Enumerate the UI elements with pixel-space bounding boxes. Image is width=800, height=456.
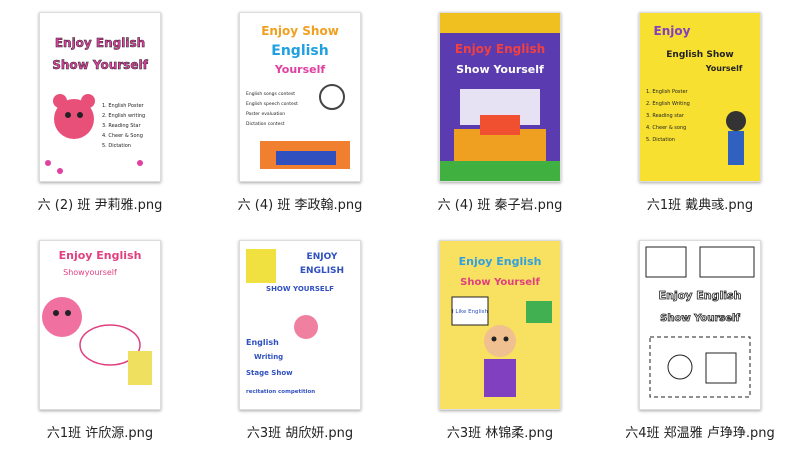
file-item[interactable]: Enjoy Show English Yourself English song… [200, 0, 400, 228]
poster-image: Enjoy English Showyourself [40, 241, 160, 409]
file-thumbnail[interactable]: Enjoy English Show Yourself 1. English P… [39, 12, 161, 182]
svg-text:3. Reading star: 3. Reading star [646, 113, 685, 119]
svg-text:English songs contest: English songs contest [246, 91, 295, 97]
poster-title: ENJOY [307, 252, 338, 262]
svg-text:1. English Poster: 1. English Poster [646, 89, 689, 95]
svg-text:I Like English: I Like English [452, 309, 488, 315]
poster-subtitle: Show Yourself [52, 58, 148, 72]
file-name[interactable]: 六3班 林锦柔.png [400, 422, 600, 441]
file-name[interactable]: 六 (2) 班 尹莉雅.png [0, 194, 200, 213]
file-item[interactable]: Enjoy English Show Yourself 六4班 郑温雅 卢琤琤.… [600, 228, 800, 456]
file-thumbnail[interactable]: Enjoy English Show Yourself I Like Engli… [439, 240, 561, 410]
file-thumbnail[interactable]: Enjoy English Show Yourself [439, 12, 561, 182]
svg-text:English: English [246, 338, 279, 347]
file-thumbnail[interactable]: Enjoy English Show Yourself [639, 240, 761, 410]
poster-image: ENJOY ENGLISH SHOW YOURSELF English Writ… [240, 241, 360, 409]
poster-subtitle: Show Yourself [460, 277, 540, 288]
svg-text:5. Dictation: 5. Dictation [646, 137, 675, 143]
file-thumbnail[interactable]: Enjoy English Showyourself [39, 240, 161, 410]
poster-title: Enjoy [654, 24, 691, 38]
file-name[interactable]: 六1班 戴典彧.png [600, 194, 800, 213]
poster-subtitle: Show Yourself [660, 313, 740, 324]
poster-image: Enjoy Show English Yourself English song… [240, 13, 360, 181]
file-item[interactable]: Enjoy English Show Yourself 1. English P… [600, 0, 800, 228]
file-thumbnail[interactable]: Enjoy English Show Yourself 1. English P… [639, 12, 761, 182]
file-item[interactable]: Enjoy English Show Yourself 1. English P… [0, 0, 200, 228]
file-name[interactable]: 六1班 许欣源.png [0, 422, 200, 441]
poster-image: Enjoy English Show Yourself [640, 241, 760, 409]
poster-image: Enjoy English Show Yourself [440, 13, 560, 181]
poster-image: Enjoy English Show Yourself 1. English P… [40, 13, 160, 181]
file-name[interactable]: 六 (4) 班 李政翰.png [200, 194, 400, 213]
poster-title: Enjoy English [455, 42, 545, 56]
poster-title: Enjoy English [659, 289, 742, 302]
poster-subtitle: English Show [666, 50, 733, 60]
svg-text:4. Cheer & Song: 4. Cheer & Song [102, 133, 143, 139]
poster-title: Enjoy English [55, 36, 145, 50]
file-name[interactable]: 六4班 郑温雅 卢琤琤.png [600, 422, 800, 441]
poster-subtitle: Show Yourself [456, 63, 544, 76]
svg-text:3. Reading Star: 3. Reading Star [102, 123, 141, 129]
svg-text:SHOW YOURSELF: SHOW YOURSELF [266, 285, 334, 293]
file-grid: Enjoy English Show Yourself 1. English P… [0, 0, 800, 456]
svg-text:2. English writing: 2. English writing [102, 113, 145, 119]
file-name[interactable]: 六3班 胡欣妍.png [200, 422, 400, 441]
svg-text:recitation competition: recitation competition [246, 389, 315, 395]
file-item[interactable]: Enjoy English Show Yourself 六 (4) 班 秦子岩.… [400, 0, 600, 228]
file-item[interactable]: ENJOY ENGLISH SHOW YOURSELF English Writ… [200, 228, 400, 456]
file-thumbnail[interactable]: Enjoy Show English Yourself English song… [239, 12, 361, 182]
svg-text:Stage Show: Stage Show [246, 369, 293, 377]
file-item[interactable]: Enjoy English Show Yourself I Like Engli… [400, 228, 600, 456]
svg-text:1. English Poster: 1. English Poster [102, 103, 145, 109]
poster-image: Enjoy English Show Yourself I Like Engli… [440, 241, 560, 409]
file-item[interactable]: Enjoy English Showyourself 六1班 许欣源.png [0, 228, 200, 456]
svg-text:Yourself: Yourself [274, 63, 326, 76]
poster-image: Enjoy English Show Yourself 1. English P… [640, 13, 760, 181]
poster-title: Enjoy English [459, 255, 542, 268]
poster-subtitle: English [271, 43, 328, 59]
poster-title: Enjoy Show [261, 24, 339, 38]
svg-text:Poster evaluation: Poster evaluation [246, 111, 285, 117]
poster-subtitle: ENGLISH [300, 266, 344, 276]
svg-text:Writing: Writing [254, 353, 283, 361]
svg-text:English speech contest: English speech contest [246, 101, 298, 107]
svg-text:4. Cheer & song: 4. Cheer & song [646, 125, 686, 131]
svg-text:5. Dictation: 5. Dictation [102, 143, 131, 149]
svg-text:Yourself: Yourself [705, 64, 743, 73]
poster-title: Enjoy English [59, 249, 142, 262]
svg-text:2. English Writing: 2. English Writing [646, 101, 690, 107]
file-thumbnail[interactable]: ENJOY ENGLISH SHOW YOURSELF English Writ… [239, 240, 361, 410]
poster-subtitle: Showyourself [63, 268, 117, 277]
file-name[interactable]: 六 (4) 班 秦子岩.png [400, 194, 600, 213]
svg-text:Dictation contest: Dictation contest [246, 121, 285, 127]
